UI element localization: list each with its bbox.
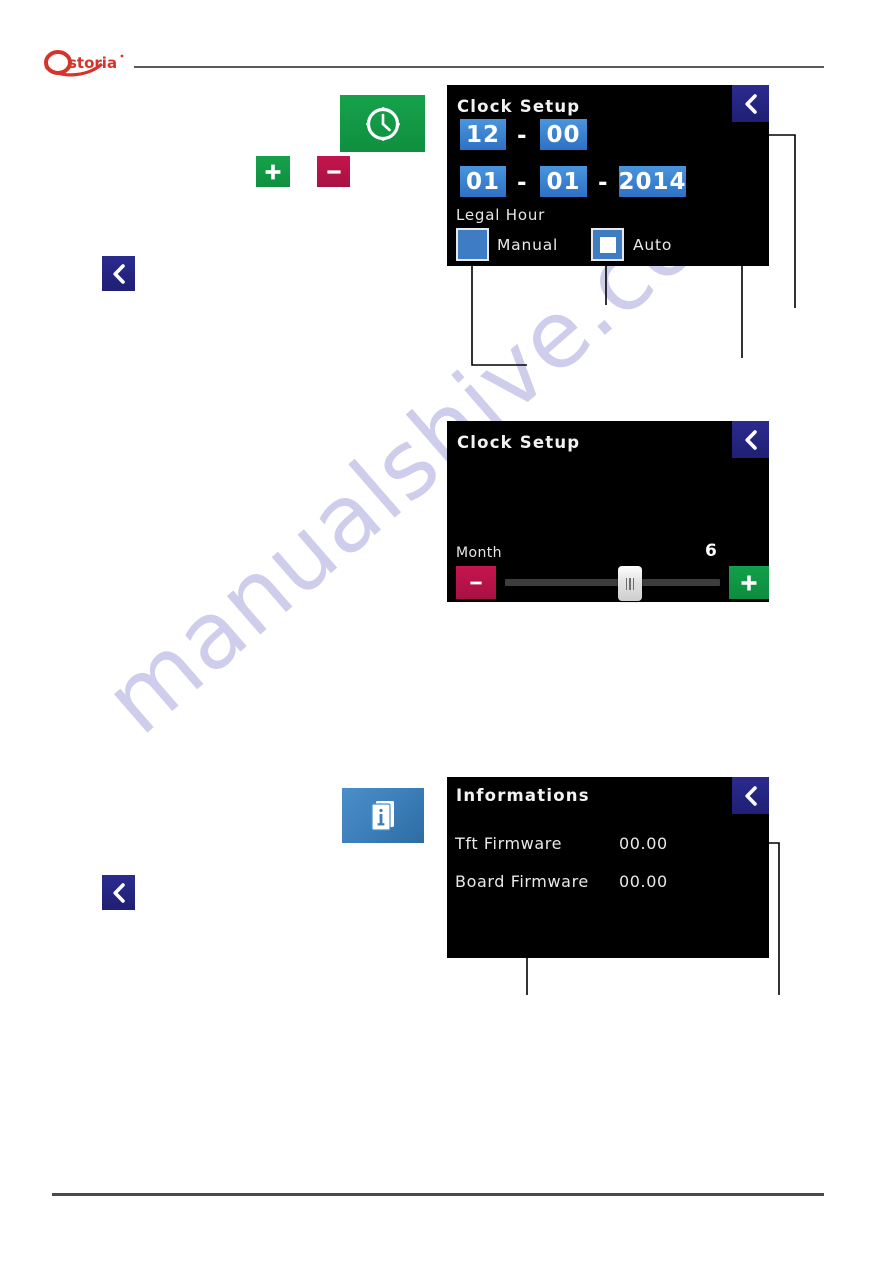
thumb-grip-line: [629, 577, 631, 590]
info-document-icon: [371, 800, 394, 831]
clock-icon: [365, 106, 400, 141]
panel-clock-setup-month: Clock Setup Month 6: [447, 421, 769, 602]
info-row-value: 00.00: [619, 872, 668, 891]
day-field[interactable]: 01: [460, 166, 506, 197]
year-field[interactable]: 2014: [619, 166, 686, 197]
minus-icon: [326, 169, 341, 174]
month-slider-thumb[interactable]: [618, 566, 642, 601]
back-button-standalone-lower[interactable]: [102, 875, 135, 910]
chevron-left-icon: [744, 429, 757, 450]
date-separator-2: -: [598, 170, 608, 196]
decrease-button[interactable]: [317, 156, 350, 187]
info-row-label: Board Firmware: [455, 872, 589, 891]
plus-icon: [741, 575, 757, 590]
informations-icon-button[interactable]: [342, 788, 424, 843]
info-row-label: Tft Firmware: [455, 834, 563, 853]
chevron-left-icon: [744, 93, 757, 114]
panel-title: Clock Setup: [457, 97, 581, 116]
info-row-value: 00.00: [619, 834, 668, 853]
back-button-standalone-upper[interactable]: [102, 256, 135, 291]
panel-clock-setup-datetime: Clock Setup 12 - 00 01 - 01 - 2014 Legal…: [447, 85, 769, 266]
increase-button[interactable]: [256, 156, 290, 187]
panel-title: Informations: [456, 786, 590, 805]
month-slider-track[interactable]: [505, 579, 720, 586]
checkbox-checked-mark: [599, 236, 616, 253]
astoria-logo: storia: [44, 50, 136, 78]
legal-hour-auto-checkbox[interactable]: [591, 228, 624, 261]
slider-value: 6: [705, 541, 717, 561]
plus-icon: [265, 164, 281, 179]
slider-increase-button[interactable]: [729, 566, 769, 599]
slider-parameter-label: Month: [456, 545, 502, 561]
date-separator-1: -: [517, 170, 527, 196]
legal-hour-auto-label: Auto: [633, 236, 673, 254]
chevron-left-icon: [112, 882, 125, 903]
header-divider: [134, 66, 824, 68]
legal-hour-manual-label: Manual: [497, 236, 559, 254]
chevron-left-icon: [744, 785, 757, 806]
panel-back-button[interactable]: [732, 421, 769, 458]
time-separator: -: [517, 123, 527, 149]
thumb-grip-line: [625, 577, 628, 590]
chevron-left-icon: [112, 263, 125, 284]
legal-hour-manual-checkbox[interactable]: [456, 228, 489, 261]
clock-setup-icon-button[interactable]: [340, 95, 425, 152]
thumb-grip-line: [632, 577, 635, 590]
panel-back-button[interactable]: [732, 777, 769, 814]
panel-informations: Informations Tft Firmware 00.00 Board Fi…: [447, 777, 769, 958]
minus-icon: [470, 581, 482, 584]
minutes-field[interactable]: 00: [540, 119, 587, 150]
legal-hour-label: Legal Hour: [456, 206, 546, 224]
panel-back-button[interactable]: [732, 85, 769, 122]
month-field[interactable]: 01: [540, 166, 587, 197]
panel-title: Clock Setup: [457, 433, 581, 452]
footer-divider: [52, 1193, 824, 1196]
hours-field[interactable]: 12: [460, 119, 506, 150]
slider-decrease-button[interactable]: [456, 566, 496, 599]
